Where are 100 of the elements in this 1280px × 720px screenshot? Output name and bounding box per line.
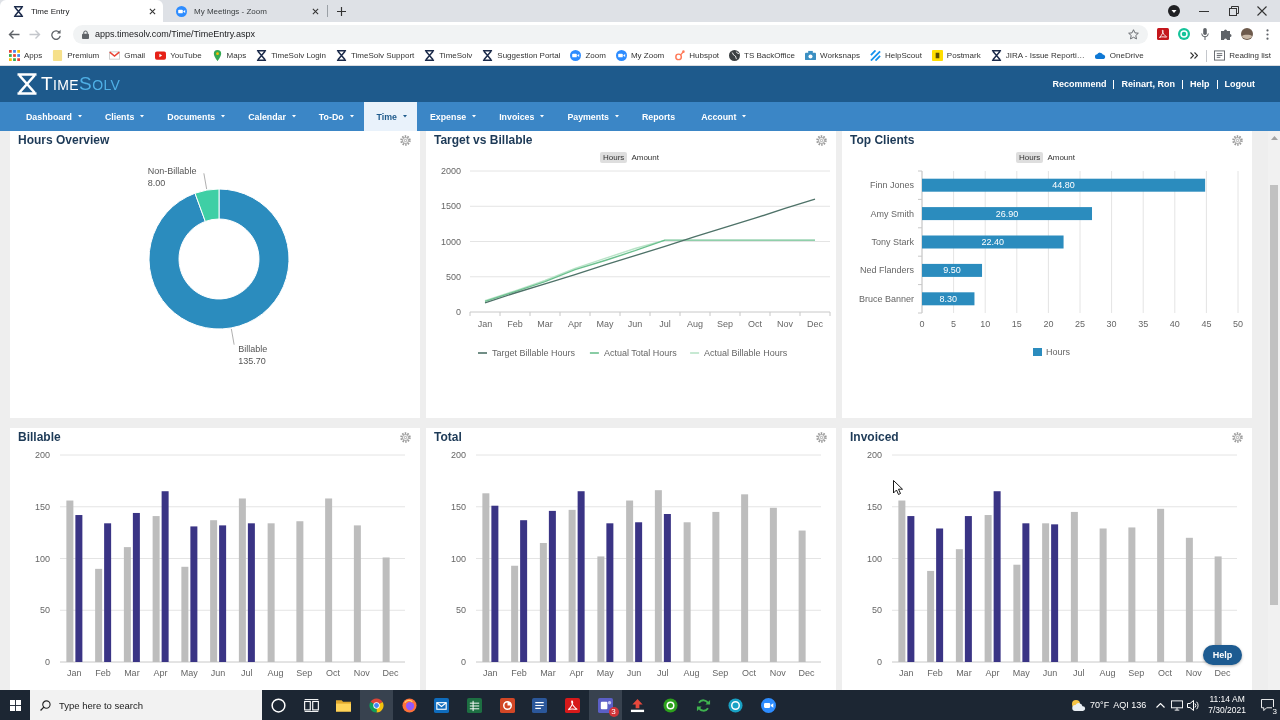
restore-icon[interactable] <box>1229 6 1239 16</box>
axis-label: Oct <box>1158 668 1173 678</box>
scrollbar-thumb[interactable] <box>1270 185 1278 605</box>
puzzle-icon[interactable] <box>1220 28 1232 40</box>
caret-icon <box>291 115 296 118</box>
bookmark[interactable]: OneDrive <box>1089 50 1149 61</box>
browser-tab[interactable]: My Meetings - Zoom <box>163 0 326 22</box>
settings-icon[interactable] <box>816 134 827 146</box>
bookmark[interactable]: TimeSolv Support <box>331 50 420 61</box>
bookmark[interactable]: JIRA - Issue Reporti… <box>985 50 1090 61</box>
legend-item[interactable]: Actual Total Hours <box>589 348 677 358</box>
nav-item[interactable]: Expense <box>417 102 487 131</box>
clock-date[interactable]: 7/30/2021 <box>1208 705 1246 716</box>
toggle-option[interactable]: Hours <box>600 151 628 163</box>
bookmark[interactable]: Worksnaps <box>800 50 865 61</box>
bookmark[interactable]: TS BackOffice <box>724 50 801 61</box>
bookmark[interactable]: Suggestion Portal <box>477 50 566 61</box>
reload-icon[interactable] <box>50 28 62 40</box>
nav-item[interactable]: Account <box>688 102 757 131</box>
network-icon[interactable] <box>1171 699 1184 711</box>
header-link[interactable]: Recommend <box>1045 79 1114 89</box>
axis-label: 10 <box>980 319 991 329</box>
settings-icon[interactable] <box>1232 134 1243 146</box>
axis-label: Mar <box>537 319 553 329</box>
logo-icon[interactable] <box>16 73 38 95</box>
data-label: 26.90 <box>995 208 1019 219</box>
clock-time[interactable]: 11:14 AM <box>1209 694 1245 705</box>
bookmark[interactable]: YouTube <box>150 50 207 61</box>
nav-item[interactable]: Invoices <box>486 102 555 131</box>
nav-item[interactable]: Payments <box>554 102 629 131</box>
microphone-icon[interactable] <box>1199 28 1211 40</box>
bookmark[interactable]: Premium <box>47 50 105 61</box>
minimize-icon[interactable] <box>1199 10 1209 12</box>
search-box[interactable]: Type here to search <box>30 690 262 720</box>
axis-label: Jan <box>477 319 493 329</box>
bookmark[interactable]: Hubspot <box>669 50 725 61</box>
legend-item[interactable]: Target Billable Hours <box>477 348 576 358</box>
nav-item[interactable]: Reports <box>628 102 689 131</box>
bookmark[interactable]: My Zoom <box>610 50 670 61</box>
header-link[interactable]: Reinart, Ron <box>1113 79 1182 89</box>
axis-label: 30 <box>1106 319 1117 329</box>
help-button[interactable]: Help <box>1203 645 1242 665</box>
notification-button[interactable]: 3 <box>1254 690 1280 720</box>
nav-item[interactable]: Documents <box>154 102 236 131</box>
bookmark[interactable]: Apps <box>4 50 48 61</box>
avatar-icon[interactable] <box>1241 28 1253 40</box>
leader-line <box>230 328 235 346</box>
nav-item[interactable]: Calendar <box>235 102 306 131</box>
weather-text[interactable]: 70°F <box>1090 700 1110 710</box>
toggle-option[interactable]: Amount <box>1044 151 1078 163</box>
nav-item[interactable]: Clients <box>91 102 155 131</box>
star-icon[interactable] <box>1128 28 1139 40</box>
dropdown-icon[interactable] <box>1168 5 1180 17</box>
search-field[interactable]: Type here to search <box>59 694 259 716</box>
settings-icon[interactable] <box>400 134 411 146</box>
browser-tab[interactable]: Time Entry <box>0 0 163 22</box>
settings-icon[interactable] <box>400 431 411 443</box>
axis-label: Jun <box>627 319 643 329</box>
chevron-icon[interactable] <box>1190 52 1199 59</box>
toggle-option[interactable]: Amount <box>628 151 662 163</box>
bookmark[interactable]: Maps <box>206 50 252 61</box>
volume-icon[interactable] <box>1187 699 1200 711</box>
taskbar-button[interactable]: 3 <box>588 690 622 720</box>
bookmark[interactable]: Gmail <box>104 50 151 61</box>
taskbar-button[interactable] <box>360 690 393 720</box>
bookmark[interactable]: TimeSolv <box>419 50 478 61</box>
bookmark[interactable]: Zoom <box>565 50 611 61</box>
hourglass-icon <box>13 5 24 17</box>
back-icon[interactable] <box>8 28 20 40</box>
header-link[interactable]: Logout <box>1216 79 1255 89</box>
pdf-icon[interactable] <box>1157 28 1169 40</box>
close-icon[interactable] <box>149 7 156 15</box>
settings-icon[interactable] <box>816 431 827 443</box>
air-quality-text[interactable]: AQI 136 <box>1113 700 1147 710</box>
chevron-up-icon[interactable] <box>1156 702 1166 708</box>
axis-label: Jul <box>1073 668 1085 678</box>
nav-item[interactable]: Dashboard <box>13 102 92 131</box>
settings-icon[interactable] <box>1232 431 1243 443</box>
header-link[interactable]: Help <box>1182 79 1217 89</box>
bookmark[interactable]: TimeSolv Login <box>251 50 331 61</box>
caret-icon <box>403 115 407 118</box>
plus-icon[interactable] <box>337 6 346 16</box>
nav-item[interactable]: To-Do <box>305 102 364 131</box>
toggle-option[interactable]: Hours <box>1016 151 1044 163</box>
logo-text[interactable]: TIMESOLV <box>41 73 121 95</box>
axis-label: Jun <box>210 668 226 678</box>
close-icon[interactable] <box>312 7 319 15</box>
panel-title: Hours Overview <box>18 133 110 147</box>
reading-list-button[interactable]: Reading list <box>1209 50 1280 61</box>
axis-label: 50 <box>872 605 882 616</box>
address-field[interactable]: apps.timesolv.com/Time/TimeEntry.aspx <box>73 24 1148 44</box>
close-icon[interactable] <box>1257 6 1267 16</box>
bookmark[interactable]: Postmark <box>926 50 986 61</box>
bookmark[interactable]: HelpScout <box>864 50 927 61</box>
panel-title: Invoiced <box>850 430 899 444</box>
nav-item[interactable]: Time <box>363 102 417 131</box>
legend-item[interactable]: Actual Billable Hours <box>689 348 788 358</box>
more-icon[interactable] <box>1266 28 1269 40</box>
mouse-pointer-icon <box>893 480 903 495</box>
legend-item[interactable]: Hours <box>1033 347 1070 357</box>
